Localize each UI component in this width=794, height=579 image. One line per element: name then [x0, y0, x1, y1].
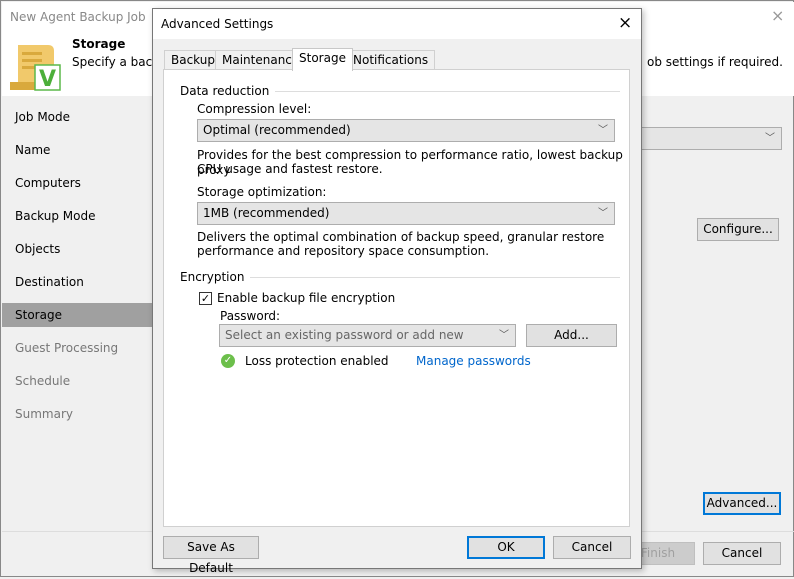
chevron-down-icon: ﹀ — [765, 133, 775, 144]
nav-item-name[interactable]: Name — [2, 138, 153, 162]
enable-encryption-checkbox[interactable]: ✓ — [199, 292, 212, 305]
dialog-title: Advanced Settings — [161, 17, 274, 31]
data-reduction-group: Data reduction — [180, 84, 620, 98]
save-as-default-button[interactable]: Save As Default — [163, 536, 259, 575]
chevron-down-icon: ﹀ — [499, 330, 509, 341]
add-password-button[interactable]: Add... — [526, 324, 617, 347]
group-label: Data reduction — [180, 84, 276, 98]
loss-protection-status: Loss protection enabled — [245, 354, 389, 368]
step-description-continued: ob settings if required. — [647, 55, 783, 69]
storage-scroll-icon: V — [10, 45, 61, 92]
storage-optimization-select[interactable]: 1MB (recommended) ﹀ — [197, 202, 615, 225]
close-icon[interactable]: × — [618, 13, 632, 33]
check-circle-icon: ✓ — [221, 354, 235, 368]
nav-item-summary[interactable]: Summary — [2, 402, 153, 426]
tab-storage[interactable]: Storage — [292, 48, 353, 71]
selected-value: Optimal (recommended) — [203, 123, 351, 137]
nav-item-computers[interactable]: Computers — [2, 171, 153, 195]
svg-text:V: V — [39, 67, 56, 92]
nav-item-storage[interactable]: Storage — [2, 303, 153, 327]
enable-encryption-label[interactable]: Enable backup file encryption — [217, 291, 395, 306]
advanced-settings-dialog: Advanced Settings × Backup Maintenance S… — [152, 8, 642, 575]
compression-level-select[interactable]: Optimal (recommended) ﹀ — [197, 119, 615, 142]
tab-backup[interactable]: Backup — [164, 50, 222, 70]
manage-passwords-link[interactable]: Manage passwords — [416, 354, 531, 369]
tab-notifications[interactable]: Notifications — [346, 50, 436, 70]
nav-item-guest-processing[interactable]: Guest Processing — [2, 336, 153, 360]
nav-item-objects[interactable]: Objects — [2, 237, 153, 261]
chevron-down-icon: ﹀ — [598, 125, 608, 136]
chevron-down-icon: ﹀ — [598, 208, 608, 219]
optimization-label: Storage optimization: — [197, 185, 327, 199]
wizard-cancel-button[interactable]: Cancel — [703, 542, 781, 565]
advanced-button[interactable]: Advanced... — [703, 492, 781, 515]
selected-value: 1MB (recommended) — [203, 206, 330, 220]
wizard-nav: Job Mode Name Computers Backup Mode Obje… — [2, 96, 153, 531]
repository-dropdown[interactable]: ﹀ — [631, 127, 782, 150]
nav-item-schedule[interactable]: Schedule — [2, 369, 153, 393]
close-icon[interactable]: × — [771, 6, 784, 25]
nav-item-destination[interactable]: Destination — [2, 270, 153, 294]
nav-item-job-mode[interactable]: Job Mode — [2, 105, 153, 129]
configure-button[interactable]: Configure... — [697, 218, 779, 241]
optimization-description: Delivers the optimal combination of back… — [197, 230, 605, 244]
compression-description-2: CPU usage and fastest restore. — [197, 162, 383, 176]
dialog-cancel-button[interactable]: Cancel — [553, 536, 631, 559]
encryption-group: Encryption — [180, 270, 620, 284]
ok-button[interactable]: OK — [467, 536, 545, 559]
password-placeholder: Select an existing password or add new — [225, 328, 464, 342]
compression-label: Compression level: — [197, 102, 312, 116]
storage-panel: Data reduction Compression level: Optima… — [163, 69, 630, 527]
step-title: Storage — [72, 37, 126, 51]
group-label: Encryption — [180, 270, 251, 284]
password-label: Password: — [220, 309, 281, 323]
password-select[interactable]: Select an existing password or add new ﹀ — [219, 324, 516, 347]
optimization-description-2: performance and repository space consump… — [197, 244, 490, 258]
nav-item-backup-mode[interactable]: Backup Mode — [2, 204, 153, 228]
window-title: New Agent Backup Job — [10, 10, 146, 24]
